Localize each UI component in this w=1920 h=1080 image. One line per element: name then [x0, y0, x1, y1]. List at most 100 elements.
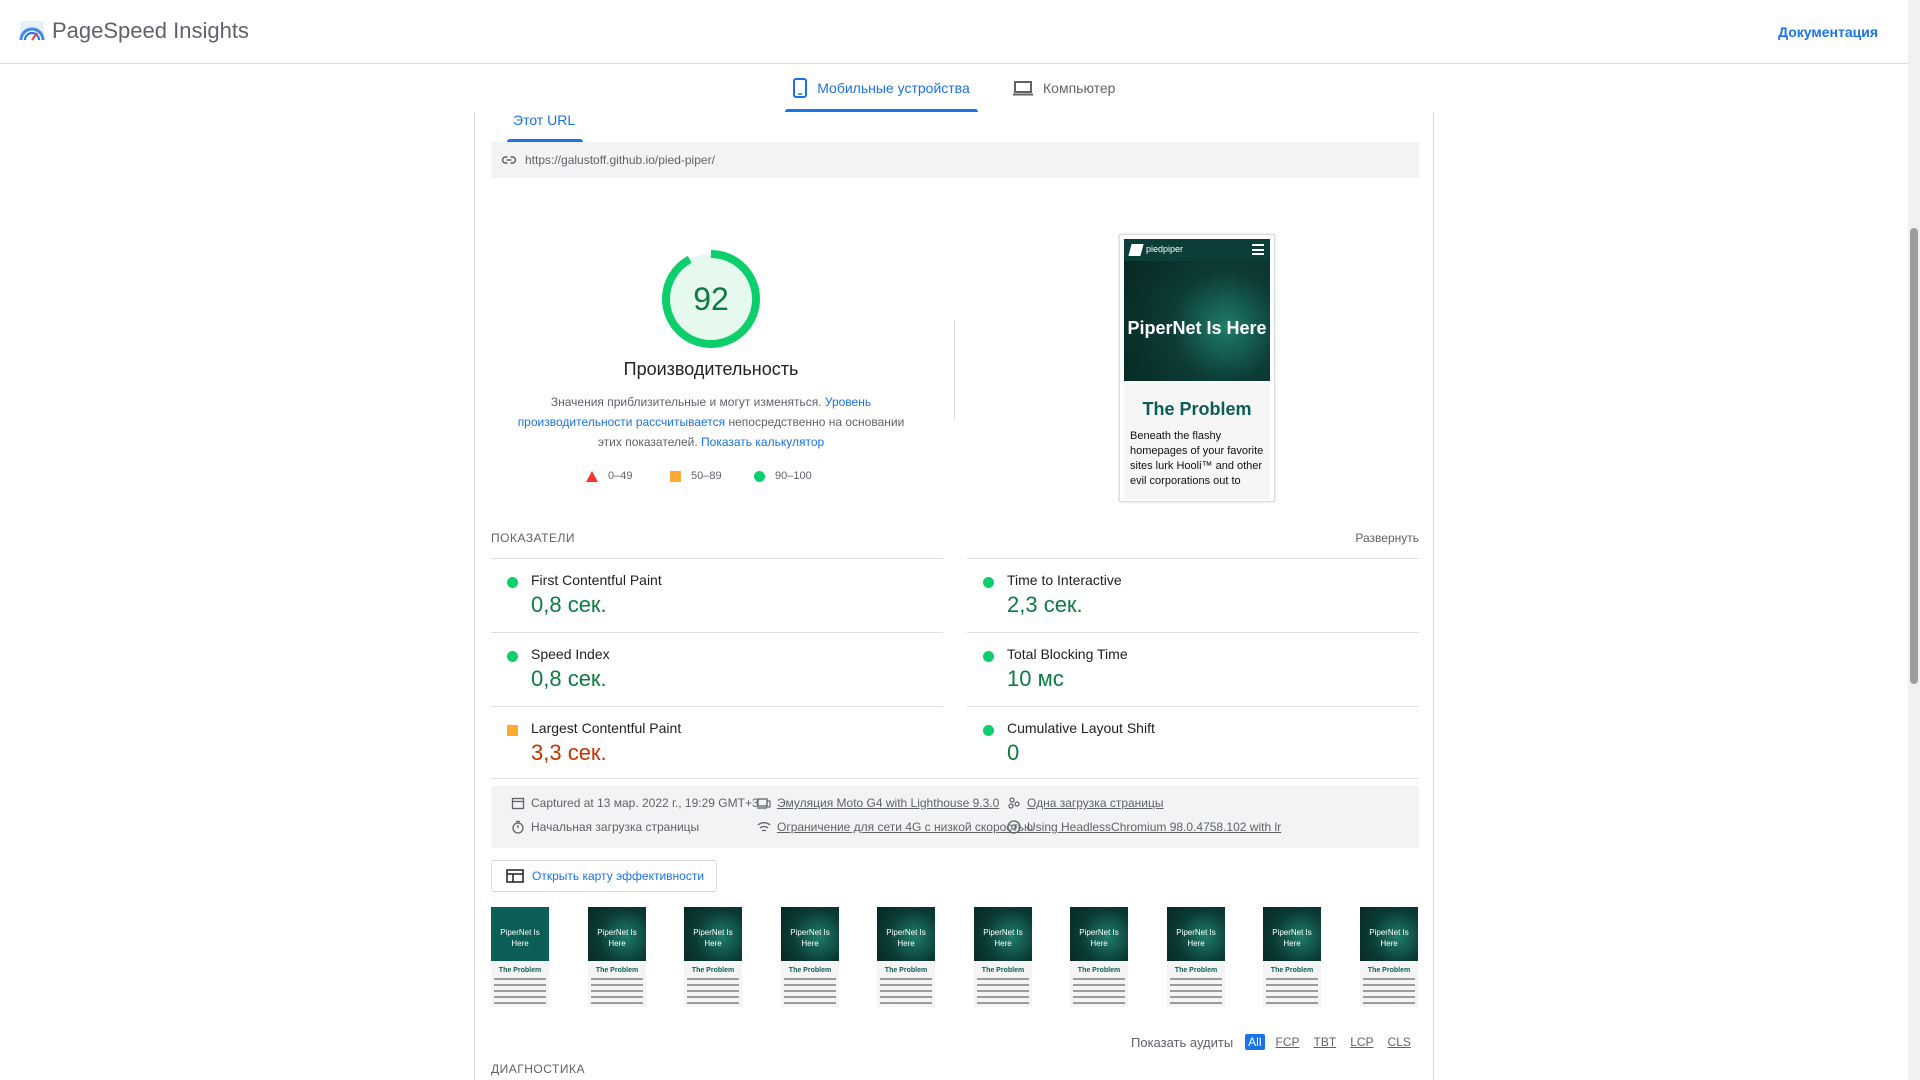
frame-title: PiperNet Is Here [790, 928, 830, 948]
timer-icon [512, 820, 524, 834]
link-icon [501, 156, 517, 164]
metric-tti: Time to Interactive 2,3 сек. [967, 558, 1419, 632]
frame-title: PiperNet Is Here [500, 928, 540, 948]
metric-name: Total Blocking Time [1007, 646, 1128, 662]
metric-speed-index: Speed Index 0,8 сек. [491, 632, 943, 706]
metric-name: Cumulative Layout Shift [1007, 720, 1155, 736]
brand-title[interactable]: PageSpeed Insights [52, 18, 249, 44]
tested-url[interactable]: https://galustoff.github.io/pied-piper/ [525, 153, 715, 167]
filmstrip-frame: PiperNet Is Here The Problem [1070, 907, 1128, 1007]
tab-desktop-label: Компьютер [1043, 80, 1116, 96]
average-square-icon [507, 725, 518, 736]
pagespeed-logo-icon[interactable] [18, 18, 46, 46]
frame-section: The Problem [1270, 967, 1314, 974]
audit-filter: Показать аудиты All FCP TBT LCP CLS [1131, 1032, 1421, 1052]
legend-pass-label: 90–100 [775, 470, 812, 482]
chrome-icon [1007, 820, 1021, 834]
metric-value: 0,8 сек. [531, 666, 607, 691]
metric-cls: Cumulative Layout Shift 0 [967, 706, 1419, 780]
legend-fail-label: 0–49 [608, 470, 633, 482]
preview-section-title: The Problem [1142, 399, 1252, 419]
single-load-info[interactable]: Одна загрузка страницы [1007, 796, 1164, 810]
metric-value: 10 мс [1007, 666, 1064, 691]
expand-toggle[interactable]: Развернуть [1355, 531, 1419, 545]
browser-info[interactable]: Using HeadlessChromium 98.0.4758.102 wit… [1007, 820, 1281, 834]
filter-all[interactable]: All [1245, 1034, 1265, 1050]
metric-value: 2,3 сек. [1007, 592, 1083, 617]
metric-name: First Contentful Paint [531, 572, 662, 588]
frame-section: The Problem [498, 967, 542, 974]
frame-title: PiperNet Is Here [1369, 928, 1409, 948]
documentation-link[interactable]: Документация [1778, 24, 1878, 40]
filmstrip-frame: PiperNet Is Here The Problem [1167, 907, 1225, 1007]
browser-text: Using HeadlessChromium 98.0.4758.102 wit… [1027, 820, 1282, 834]
filter-cls[interactable]: CLS [1385, 1034, 1414, 1050]
pass-circle-icon [983, 577, 994, 588]
pass-circle-icon [983, 725, 994, 736]
frame-body-lines [1266, 978, 1318, 1006]
frame-section: The Problem [691, 967, 735, 974]
preview-brand: piedpiper [1146, 244, 1184, 254]
treemap-icon [506, 869, 524, 883]
legend-pass: 90–100 [754, 470, 812, 482]
calculator-link[interactable]: Показать калькулятор [701, 435, 824, 449]
filmstrip-frame: PiperNet Is Here The Problem [684, 907, 742, 1007]
pass-circle-icon [754, 470, 765, 482]
metrics-header: ПОКАЗАТЕЛИ Развернуть [491, 531, 1419, 551]
throttling-info[interactable]: Ограничение для сети 4G с низкой скорост… [757, 820, 1033, 834]
audit-filter-label: Показать аудиты [1131, 1034, 1234, 1050]
laptop-icon [1013, 81, 1033, 96]
frame-section: The Problem [884, 967, 928, 974]
piedpiper-logo-icon [1128, 244, 1144, 256]
open-treemap-button[interactable]: Открыть карту эффективности [491, 860, 717, 892]
metric-value: 0 [1007, 740, 1020, 765]
frame-body-lines [1073, 978, 1125, 1006]
frame-section: The Problem [1367, 967, 1411, 974]
metric-value: 3,3 сек. [531, 740, 607, 765]
divider [954, 320, 955, 420]
filmstrip-frame: PiperNet Is Here The Problem [974, 907, 1032, 1007]
calendar-icon [511, 797, 525, 810]
pass-circle-icon [507, 577, 518, 588]
frame-section: The Problem [1077, 967, 1121, 974]
legend-average: 50–89 [670, 470, 722, 482]
scrollbar-thumb[interactable] [1910, 228, 1918, 684]
runtime-settings: Captured at 13 мар. 2022 г., 19:29 GMT+3… [491, 786, 1419, 848]
preview-body-text: Beneath the flashy homepages of your fav… [1130, 430, 1264, 487]
url-bar: https://galustoff.github.io/pied-piper/ [491, 142, 1419, 178]
final-screenshot[interactable]: piedpiper PiperNet Is Here The Problem B… [1119, 234, 1275, 502]
captured-text: Captured at 13 мар. 2022 г., 19:29 GMT+3 [531, 796, 759, 810]
emulation-info[interactable]: Эмуляция Moto G4 with Lighthouse 9.3.0 [757, 796, 999, 810]
emulation-text: Эмуляция Moto G4 with Lighthouse 9.3.0 [777, 796, 1000, 810]
scrollbar-track[interactable] [1908, 0, 1920, 1080]
score-legend: 0–49 50–89 90–100 [586, 470, 846, 490]
filter-fcp[interactable]: FCP [1273, 1034, 1303, 1050]
preview-hero-title: PiperNet Is Here [1127, 318, 1267, 338]
tab-desktop[interactable]: Компьютер [1013, 64, 1143, 112]
load-text: Начальная загрузка страницы [531, 820, 700, 834]
load-info: Начальная загрузка страницы [511, 820, 699, 834]
metric-fcp: First Contentful Paint 0,8 сек. [491, 558, 943, 632]
filmstrip-frame: PiperNet Is Here The Problem [781, 907, 839, 1007]
frame-body-lines [977, 978, 1029, 1006]
metrics-heading: ПОКАЗАТЕЛИ [491, 531, 575, 545]
wifi-icon [757, 822, 771, 832]
tab-mobile[interactable]: Мобильные устройства [785, 64, 978, 112]
filter-tbt[interactable]: TBT [1311, 1034, 1340, 1050]
filmstrip-frame: PiperNet Is Here The Problem [491, 907, 549, 1007]
throttling-text: Ограничение для сети 4G с низкой скорост… [777, 820, 1034, 834]
filter-lcp[interactable]: LCP [1347, 1034, 1376, 1050]
frame-body-lines [1170, 978, 1222, 1006]
preview-hero: PiperNet Is Here [1124, 261, 1270, 381]
description-text-1: Значения приблизительные и могут изменят… [550, 395, 822, 409]
frame-body-lines [880, 978, 932, 1006]
pass-circle-icon [983, 651, 994, 662]
frame-section: The Problem [1174, 967, 1218, 974]
frame-title: PiperNet Is Here [693, 928, 733, 948]
fail-triangle-icon [586, 470, 598, 482]
hamburger-menu-icon [1252, 244, 1264, 255]
preview-navbar: piedpiper [1124, 239, 1270, 261]
tab-this-url[interactable]: Этот URL [507, 112, 583, 142]
people-icon [1008, 797, 1020, 809]
devices-icon [757, 798, 771, 809]
